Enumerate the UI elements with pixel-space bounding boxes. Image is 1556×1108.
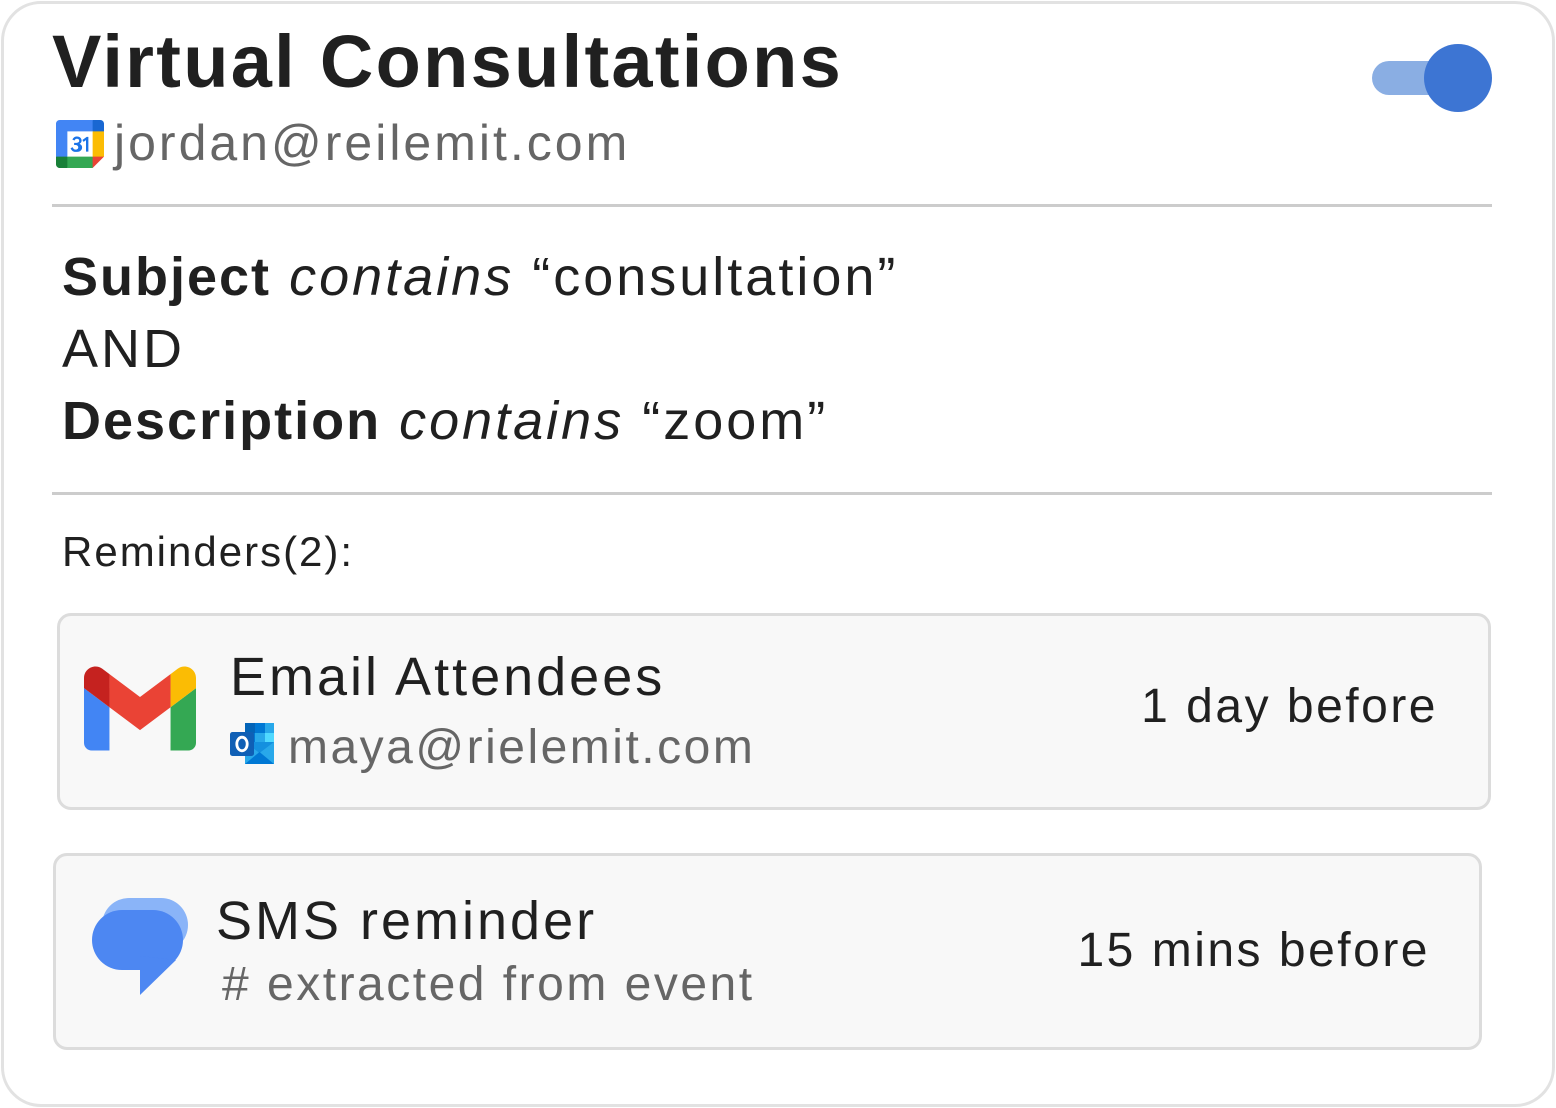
reminder-recipient: # extracted from event bbox=[222, 958, 755, 1011]
calendar-account-email: jordan@reilemit.com bbox=[114, 115, 631, 171]
condition-operator: contains bbox=[289, 247, 515, 307]
reminder-account-email: maya@rielemit.com bbox=[288, 721, 756, 774]
condition-value: “zoom” bbox=[642, 391, 829, 451]
reminder-timing: 15 mins before bbox=[1077, 924, 1430, 977]
condition-value: “consultation” bbox=[532, 247, 899, 307]
divider bbox=[52, 492, 1492, 495]
reminder-item-email[interactable]: Email Attendees maya@rielemit.com 1 day … bbox=[57, 613, 1491, 810]
condition-field: Description bbox=[62, 391, 382, 451]
divider bbox=[52, 204, 1492, 207]
reminders-heading: Reminders(2): bbox=[62, 528, 355, 575]
condition-operator: contains bbox=[399, 391, 625, 451]
rule-enabled-toggle[interactable] bbox=[1372, 44, 1492, 112]
reminder-title: Email Attendees bbox=[230, 647, 666, 707]
condition-row: Subject contains “consultation” bbox=[62, 241, 898, 313]
condition-row: Description contains “zoom” bbox=[62, 385, 898, 457]
rule-card: Virtual Consultations jordan@reilemit.co… bbox=[1, 1, 1555, 1107]
outlook-icon bbox=[228, 720, 276, 768]
reminder-timing: 1 day before bbox=[1141, 680, 1438, 733]
toggle-knob bbox=[1424, 44, 1492, 112]
conditions: Subject contains “consultation” AND Desc… bbox=[62, 241, 898, 457]
condition-field: Subject bbox=[62, 247, 272, 307]
google-messages-icon bbox=[92, 898, 188, 995]
rule-title: Virtual Consultations bbox=[52, 20, 844, 103]
reminder-item-sms[interactable]: SMS reminder # extracted from event 15 m… bbox=[53, 853, 1482, 1050]
condition-joiner: AND bbox=[62, 319, 186, 379]
reminder-title: SMS reminder bbox=[216, 891, 598, 951]
google-calendar-icon bbox=[56, 120, 104, 168]
gmail-icon bbox=[84, 666, 196, 751]
